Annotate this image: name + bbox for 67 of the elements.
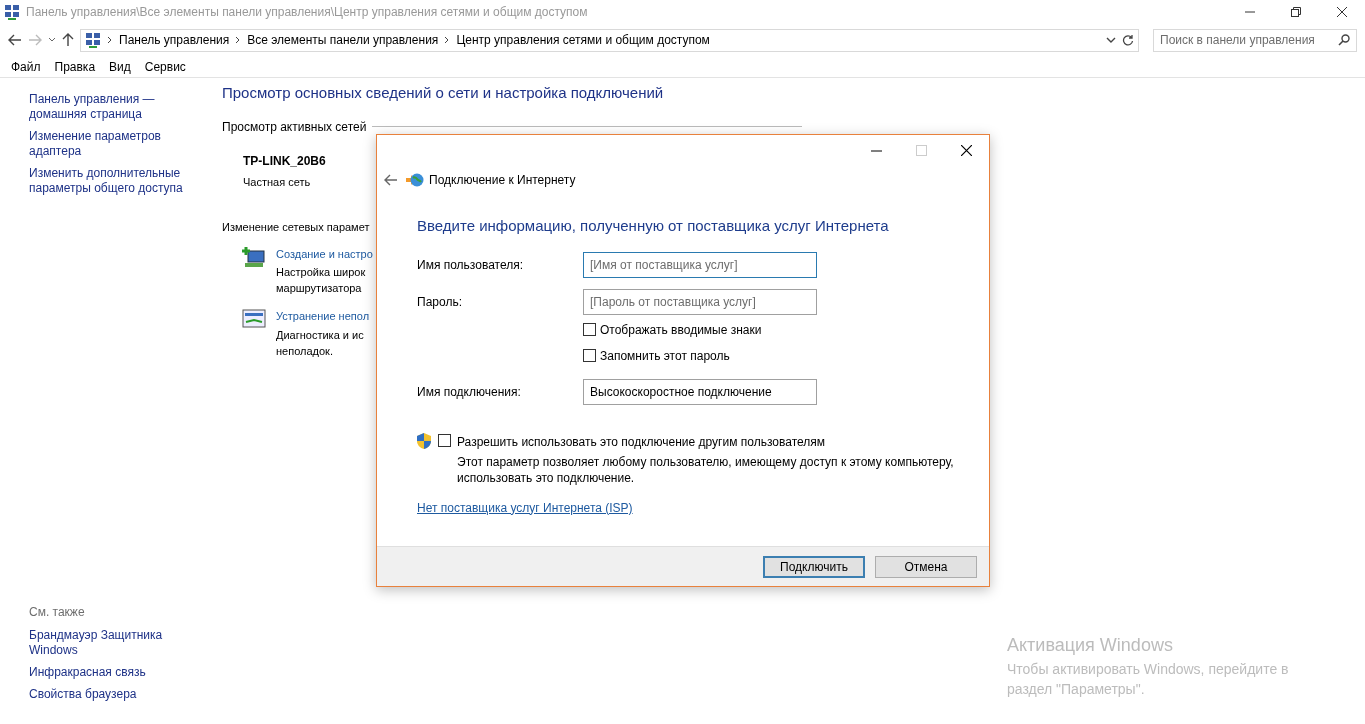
chevron-down-icon[interactable] [1106, 36, 1116, 44]
search-field[interactable]: Поиск в панели управления [1153, 28, 1357, 52]
chevron-down-icon[interactable] [48, 37, 56, 43]
sidebar-link[interactable]: Изменить дополнительные параметры общего доступа [29, 166, 201, 196]
breadcrumb[interactable]: Панель управления [119, 31, 230, 49]
network-icon [4, 4, 20, 20]
dialog-button[interactable]: Подключить [763, 555, 865, 578]
up-arrow-icon[interactable] [62, 33, 74, 47]
network-name: TP-LINK_20B6 [243, 152, 326, 170]
task-link[interactable]: Создание и настро [276, 245, 373, 262]
shield-icon [417, 432, 431, 449]
input-field[interactable]: Высокоскоростное подключение [583, 378, 817, 405]
isp-link[interactable]: Нет поставщика услуг Интернета (ISP) [417, 498, 633, 517]
section-label: Просмотр активных сетей [222, 118, 367, 136]
refresh-icon[interactable] [1122, 34, 1134, 46]
page-heading: Просмотр основных сведений о сети и настройка подключений [222, 83, 665, 103]
field-label: Имя подключения: [417, 383, 522, 401]
menu-item[interactable]: Сервис [137, 57, 193, 76]
task-link[interactable]: Устранение непол [276, 308, 370, 325]
checkbox[interactable] [438, 433, 451, 447]
dialog-title: Подключение к Интернету [429, 172, 576, 189]
address-bar[interactable]: Панель управления Все элементы панели управления Центр управления сетями и общим доступом [80, 28, 1139, 52]
back-arrow-icon[interactable] [8, 34, 22, 46]
network-type: Частная сеть [243, 174, 311, 190]
chevron-right-icon [235, 36, 242, 44]
checkbox-label: Разрешить использовать это подключение другим пользователям [457, 433, 826, 451]
sidebar-link[interactable]: Свойства браузера [29, 687, 201, 702]
activation-text: Чтобы активировать Windows, перейдите в раздел "Параметры". [1007, 660, 1290, 699]
field-label: Пароль: [417, 293, 463, 311]
checkbox-label: Запомнить этот пароль [600, 347, 730, 365]
dialog-button[interactable]: Отмена [875, 555, 977, 578]
checkbox-label: Отображать вводимые знаки [600, 321, 762, 339]
menu-item[interactable]: Файл [4, 57, 48, 76]
restore-icon[interactable] [1291, 7, 1301, 17]
checkbox[interactable] [583, 349, 596, 362]
sidebar-link[interactable]: Изменение параметров адаптера [29, 129, 201, 159]
task-description: Диагностика и ис [276, 327, 364, 343]
option-description: Этот параметр позволяет любому пользователю, имеющему доступ к этому компьютеру, использовать это подключение. [457, 453, 955, 486]
search-icon[interactable] [1338, 34, 1350, 46]
close-icon[interactable] [1337, 7, 1347, 17]
checkbox[interactable] [583, 323, 596, 336]
input-field[interactable]: [Имя от поставщика услуг] [583, 251, 817, 278]
task-description: неполадок. [276, 343, 333, 359]
input-field[interactable]: [Пароль от поставщика услуг] [583, 288, 817, 315]
task-description: маршрутизатора [276, 281, 362, 296]
dialog-heading: Введите информацию, полученную от поставщика услуг Интернета [417, 216, 890, 236]
back-arrow-icon[interactable] [384, 174, 398, 186]
field-label: Имя пользователя: [417, 256, 525, 274]
chevron-right-icon [107, 36, 113, 44]
sidebar-link[interactable]: Брандмауэр Защитника Windows [29, 628, 201, 658]
sidebar-link[interactable]: Инфракрасная связь [29, 665, 201, 680]
task-description: Настройка широк [276, 265, 366, 280]
menu-item[interactable]: Правка [47, 57, 103, 76]
see-also-label: См. также [29, 604, 86, 621]
sidebar-link[interactable]: Панель управления — домашняя страница [29, 92, 201, 122]
breadcrumb[interactable]: Центр управления сетями и общим доступом [456, 31, 710, 49]
menu-item[interactable]: Вид [102, 57, 138, 76]
troubleshoot-icon [242, 308, 266, 330]
network-setup-icon [242, 245, 266, 268]
section-label: Изменение сетевых парамет [222, 220, 370, 235]
network-icon [85, 32, 101, 48]
activation-title: Активация Windows [1007, 634, 1174, 657]
window-title: Панель управления\Все элементы панели управления\Центр управления сетями и общим доступом [26, 4, 588, 21]
globe-icon [406, 172, 424, 188]
close-icon[interactable] [961, 144, 972, 156]
breadcrumb[interactable]: Все элементы панели управления [247, 31, 439, 49]
chevron-right-icon [444, 36, 451, 44]
